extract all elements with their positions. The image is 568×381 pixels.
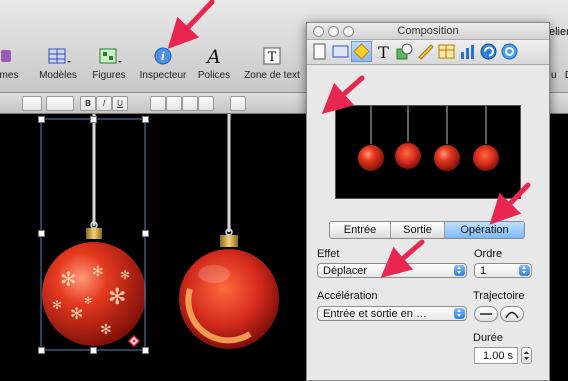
annotation-overlay xyxy=(167,0,531,278)
annotation-arrow-action-tab xyxy=(489,182,531,225)
annotation-arrow-build-tab xyxy=(321,75,365,115)
annotation-arrow-effect xyxy=(380,239,425,278)
annotation-arrow-inspector xyxy=(167,0,215,49)
